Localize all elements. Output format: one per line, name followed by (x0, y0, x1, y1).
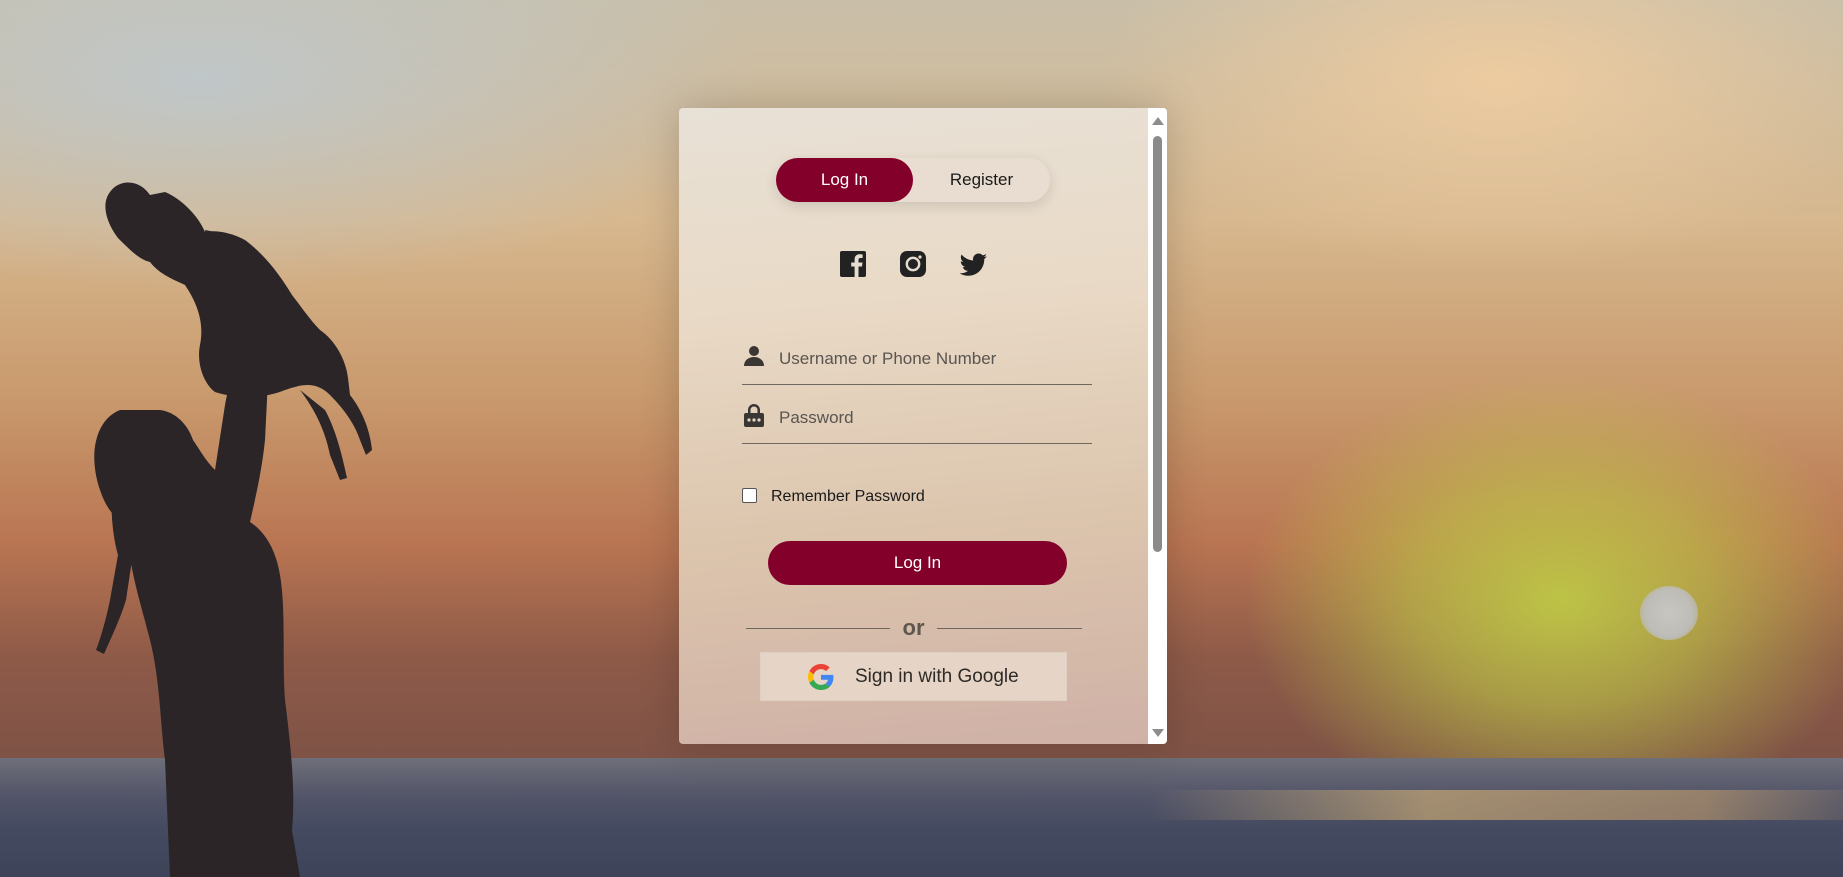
tab-register[interactable]: Register (913, 158, 1050, 202)
facebook-icon[interactable] (837, 248, 869, 280)
divider-line-right (937, 628, 1082, 629)
username-input[interactable] (779, 344, 1084, 374)
sea-reflection (1150, 790, 1843, 820)
user-icon (744, 346, 764, 366)
tab-login[interactable]: Log In (776, 158, 913, 202)
google-signin-label: Sign in with Google (855, 666, 1019, 687)
google-icon (808, 664, 834, 690)
login-button[interactable]: Log In (768, 541, 1067, 585)
scroll-up-arrow-icon[interactable] (1152, 117, 1164, 125)
scroll-down-arrow-icon[interactable] (1152, 729, 1164, 737)
auth-toggle: Log In Register (776, 158, 1050, 202)
sun (1640, 586, 1698, 640)
google-signin-button[interactable]: Sign in with Google (760, 652, 1067, 701)
instagram-icon[interactable] (897, 248, 929, 280)
twitter-icon[interactable] (957, 248, 989, 280)
remember-checkbox[interactable] (742, 487, 757, 503)
parent-child-silhouette (94, 182, 373, 877)
username-field (742, 338, 1092, 385)
card-scrollbar[interactable] (1148, 108, 1167, 744)
login-card: Log In Register Remember Password (679, 108, 1167, 744)
password-input[interactable] (779, 403, 1084, 433)
remember-row: Remember Password (742, 486, 925, 508)
scroll-thumb[interactable] (1153, 136, 1162, 552)
divider-line-left (746, 628, 890, 629)
divider-or: or (902, 615, 925, 640)
password-field (742, 397, 1092, 444)
remember-label[interactable]: Remember Password (771, 488, 925, 506)
lock-icon (744, 404, 764, 427)
